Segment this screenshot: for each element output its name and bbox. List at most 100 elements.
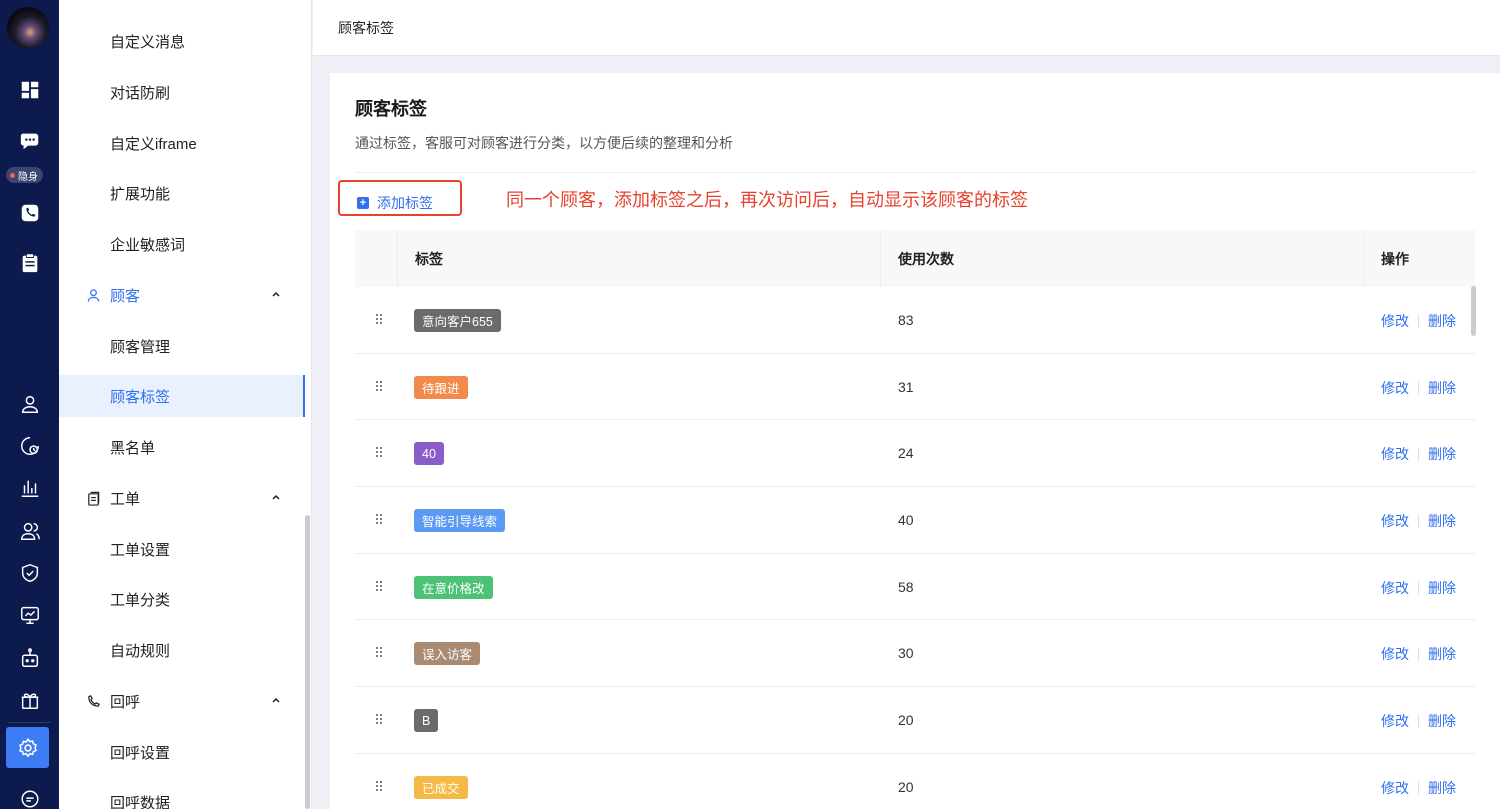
phone-icon[interactable]: [0, 198, 59, 228]
user-icon[interactable]: [0, 389, 59, 419]
edit-link[interactable]: 修改: [1381, 778, 1409, 798]
column-divider: [880, 230, 881, 287]
status-badge[interactable]: 隐身: [6, 167, 43, 183]
action-separator: [1418, 314, 1419, 328]
chevron-up-icon: [272, 291, 280, 297]
row-actions: 修改 删除: [1381, 578, 1456, 598]
table-row: 误入访客 30 修改 删除: [355, 620, 1475, 688]
delete-link[interactable]: 删除: [1428, 711, 1456, 731]
table-row: B 20 修改 删除: [355, 687, 1475, 754]
usage-count: 40: [898, 512, 914, 529]
column-header-actions: 操作: [1381, 250, 1409, 267]
edit-link[interactable]: 修改: [1381, 711, 1409, 731]
history-icon[interactable]: [0, 431, 59, 461]
table-scrollbar[interactable]: [1471, 286, 1476, 336]
row-actions: 修改 删除: [1381, 711, 1456, 731]
sidebar-item-callback-data[interactable]: 回呼数据: [59, 781, 305, 809]
dashboard-icon[interactable]: [0, 75, 59, 105]
delete-link[interactable]: 删除: [1428, 444, 1456, 464]
table-row: 在意价格改 58 修改 删除: [355, 554, 1475, 621]
table-row: 意向客户655 83 修改 删除: [355, 287, 1475, 354]
page-title: 顾客标签: [355, 99, 427, 119]
delete-link[interactable]: 删除: [1428, 578, 1456, 598]
avatar[interactable]: [7, 7, 49, 49]
chevron-up-icon: [272, 494, 280, 500]
drag-handle-icon[interactable]: [375, 380, 383, 392]
sidebar-item-anti-spam[interactable]: 对话防刷: [59, 71, 305, 113]
table-row: 智能引导线索 40 修改 删除: [355, 487, 1475, 554]
action-separator: [1418, 714, 1419, 728]
edit-link[interactable]: 修改: [1381, 444, 1409, 464]
plus-icon: +: [357, 197, 369, 209]
row-actions: 修改 删除: [1381, 311, 1456, 331]
row-actions: 修改 删除: [1381, 644, 1456, 664]
ticket-icon: [85, 490, 101, 506]
drag-handle-icon[interactable]: [375, 446, 383, 458]
usage-count: 83: [898, 312, 914, 328]
drag-handle-icon[interactable]: [375, 513, 383, 525]
tags-table: 标签 使用次数 操作 意向客户655 83 修改 删除 待跟进 31 修改 删除 40 24 修改删…: [355, 230, 1475, 809]
sidebar-item-customer-tags[interactable]: 顾客标签: [59, 375, 305, 417]
action-separator: [1418, 781, 1419, 795]
breadcrumb-current: 顾客标签: [338, 19, 394, 36]
sidebar-item-extensions[interactable]: 扩展功能: [59, 172, 305, 214]
shield-icon[interactable]: [0, 558, 59, 588]
tag-badge: 待跟进: [414, 375, 468, 399]
chevron-up-icon: [272, 697, 280, 703]
drag-handle-icon[interactable]: [375, 713, 383, 725]
sidebar-item-callback-settings[interactable]: 回呼设置: [59, 731, 305, 773]
gear-icon[interactable]: [6, 727, 49, 768]
customer-icon: [85, 287, 101, 303]
usage-count: 31: [898, 378, 914, 395]
status-dot: [10, 172, 15, 178]
edit-link[interactable]: 修改: [1381, 578, 1409, 598]
delete-link[interactable]: 删除: [1428, 778, 1456, 798]
monitor-icon[interactable]: [0, 600, 59, 630]
sidebar-group-callback[interactable]: 回呼: [59, 680, 305, 722]
row-actions: 修改 删除: [1381, 378, 1456, 398]
delete-link[interactable]: 删除: [1428, 378, 1456, 398]
drag-handle-icon[interactable]: [375, 313, 383, 325]
chart-icon[interactable]: [0, 473, 59, 503]
gift-icon[interactable]: [0, 685, 59, 715]
row-actions: 修改 删除: [1381, 444, 1456, 464]
team-icon[interactable]: [0, 516, 59, 546]
table-header: 标签 使用次数 操作: [355, 230, 1475, 287]
sidebar-item-customer-management[interactable]: 顾客管理: [59, 325, 305, 367]
delete-link[interactable]: 删除: [1428, 644, 1456, 664]
sidebar-item-blacklist[interactable]: 黑名单: [59, 426, 305, 468]
sidebar-item-ticket-categories[interactable]: 工单分类: [59, 578, 305, 620]
breadcrumb: 顾客标签: [313, 0, 1500, 56]
sidebar-item-auto-rules[interactable]: 自动规则: [59, 629, 305, 671]
sidebar-item-custom-message[interactable]: 自定义消息: [59, 20, 305, 62]
edit-link[interactable]: 修改: [1381, 378, 1409, 398]
edit-link[interactable]: 修改: [1381, 511, 1409, 531]
sidebar-scrollbar[interactable]: [305, 515, 310, 809]
clipboard-icon[interactable]: [0, 248, 59, 278]
edit-link[interactable]: 修改: [1381, 311, 1409, 331]
chat-bubble-icon[interactable]: [0, 784, 59, 809]
usage-count: 20: [898, 778, 914, 795]
chat-icon[interactable]: [0, 126, 59, 156]
robot-icon[interactable]: [0, 643, 59, 673]
content-card: 顾客标签 通过标签，客服可对顾客进行分类，以方便后续的整理和分析 + 添加标签 …: [330, 73, 1500, 809]
drag-handle-icon[interactable]: [375, 780, 383, 792]
sidebar-item-ticket-settings[interactable]: 工单设置: [59, 528, 305, 570]
sidebar-item-custom-iframe[interactable]: 自定义iframe: [59, 122, 305, 164]
action-separator: [1418, 647, 1419, 661]
action-separator: [1418, 581, 1419, 595]
column-header-usage: 使用次数: [898, 250, 954, 267]
drag-handle-icon[interactable]: [375, 580, 383, 592]
edit-link[interactable]: 修改: [1381, 644, 1409, 664]
sidebar-item-sensitive-words[interactable]: 企业敏感词: [59, 223, 305, 265]
delete-link[interactable]: 删除: [1428, 511, 1456, 531]
sidebar-group-customer[interactable]: 顾客: [59, 274, 305, 316]
drag-handle-icon[interactable]: [375, 646, 383, 658]
row-actions: 修改 删除: [1381, 511, 1456, 531]
add-tag-button[interactable]: + 添加标签: [357, 193, 433, 213]
settings-sidebar: 自定义消息 对话防刷 自定义iframe 扩展功能 企业敏感词 顾客 顾客管理 …: [59, 0, 312, 809]
column-header-tag: 标签: [415, 250, 443, 267]
sidebar-group-ticket[interactable]: 工单: [59, 477, 305, 519]
tag-badge: 已成交: [414, 775, 468, 799]
delete-link[interactable]: 删除: [1428, 311, 1456, 331]
